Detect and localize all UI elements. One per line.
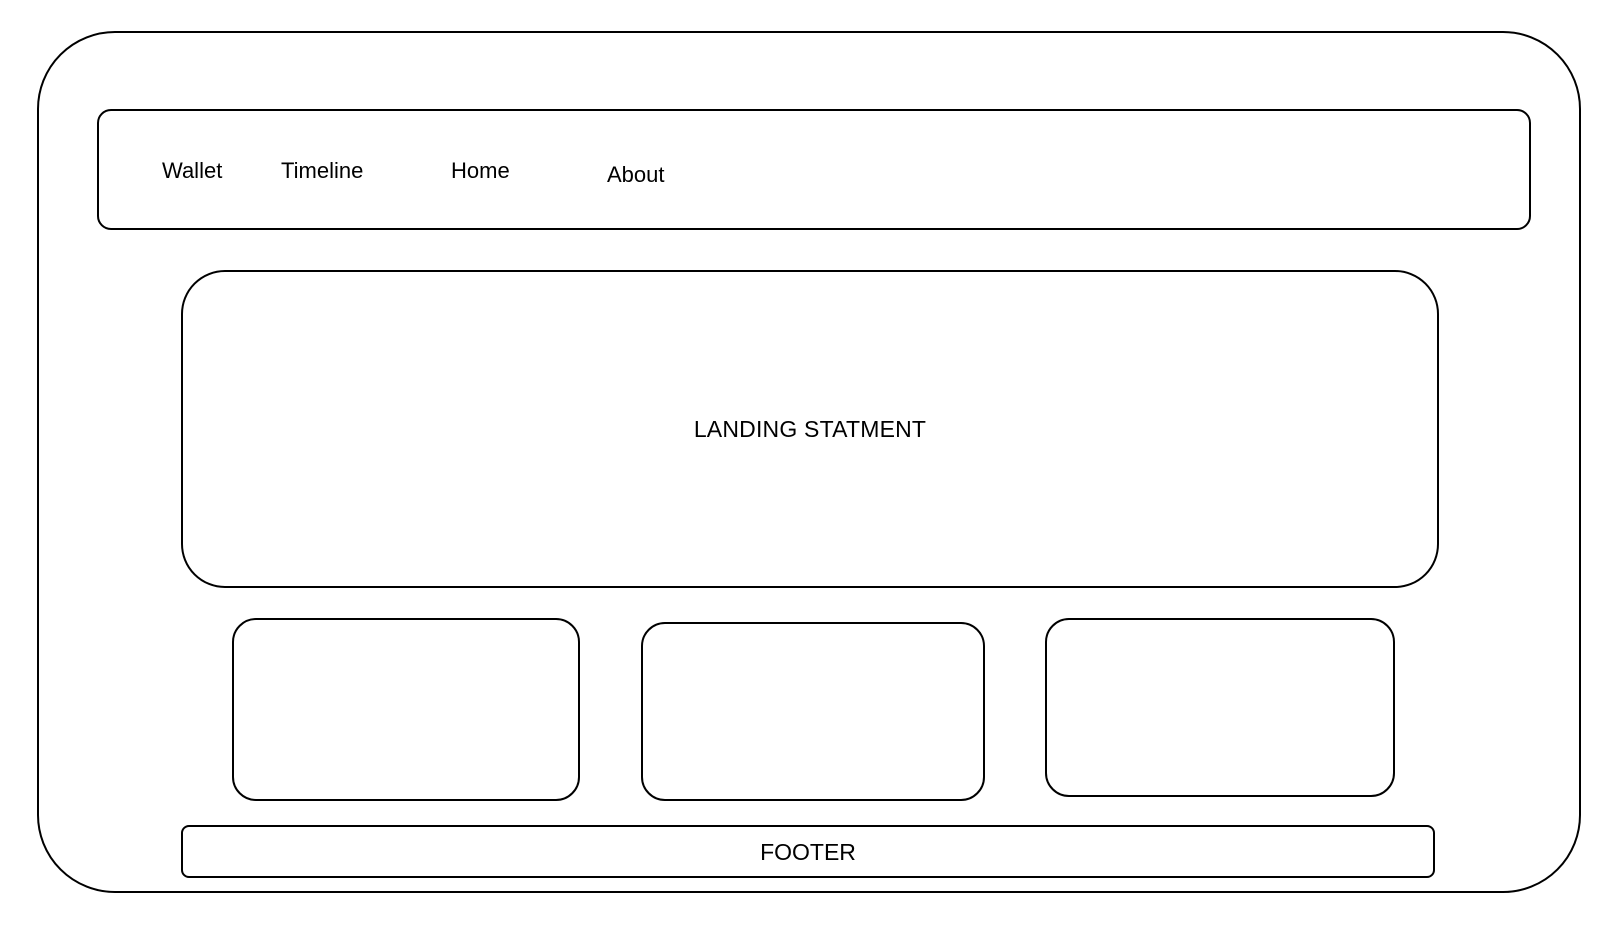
content-card-2 <box>641 622 985 801</box>
nav-item-wallet[interactable]: Wallet <box>162 158 222 184</box>
content-card-1 <box>232 618 580 801</box>
nav-item-about[interactable]: About <box>607 162 665 188</box>
footer-text: FOOTER <box>760 838 856 865</box>
footer: FOOTER <box>181 825 1435 878</box>
nav-item-timeline[interactable]: Timeline <box>281 158 363 184</box>
nav-item-home[interactable]: Home <box>451 158 510 184</box>
landing-statement-panel: LANDING STATMENT <box>181 270 1439 588</box>
landing-statement-text: LANDING STATMENT <box>693 416 927 442</box>
content-card-3 <box>1045 618 1395 797</box>
